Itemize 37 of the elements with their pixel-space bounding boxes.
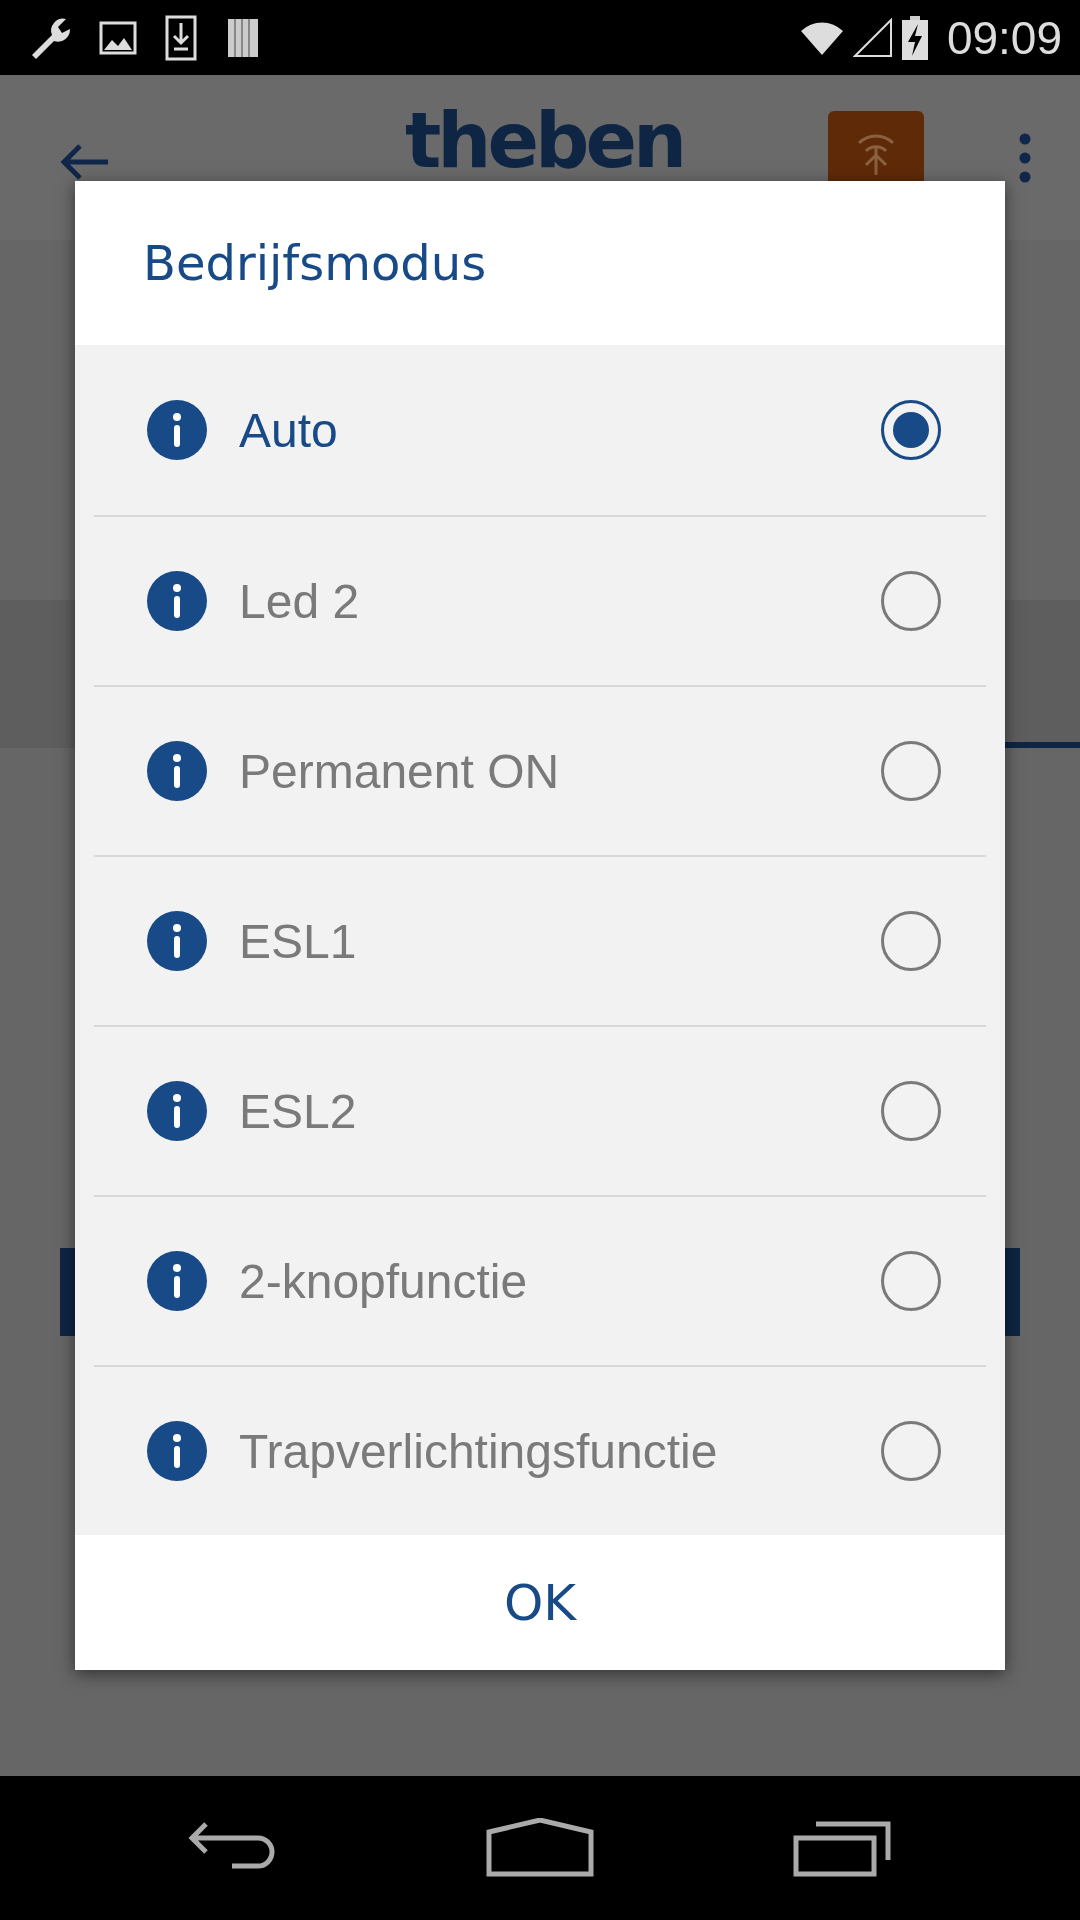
radio-button[interactable] xyxy=(881,1251,941,1311)
info-icon[interactable] xyxy=(147,400,207,460)
info-icon[interactable] xyxy=(147,1251,207,1311)
radio-button[interactable] xyxy=(881,1081,941,1141)
clock-time: 09:09 xyxy=(946,10,1062,65)
info-icon[interactable] xyxy=(147,1421,207,1481)
radio-button[interactable] xyxy=(881,911,941,971)
option-label: 2-knopfunctie xyxy=(239,1253,529,1309)
battery-charging-icon xyxy=(900,15,929,60)
dialog-title: Bedrijfsmodus xyxy=(142,234,488,293)
option-row[interactable]: ESL2 xyxy=(94,1025,986,1195)
info-icon[interactable] xyxy=(147,1081,207,1141)
option-row[interactable]: ESL1 xyxy=(94,855,986,1025)
option-label: Auto xyxy=(239,402,339,458)
option-label: Led 2 xyxy=(239,573,361,629)
ok-button[interactable]: OK xyxy=(75,1535,1005,1670)
option-label: ESL1 xyxy=(239,913,358,969)
radio-button[interactable] xyxy=(881,400,941,460)
option-row[interactable]: Auto xyxy=(94,345,986,515)
download-icon xyxy=(164,14,198,61)
overflow-menu-icon[interactable] xyxy=(1018,132,1032,183)
back-arrow-icon[interactable] xyxy=(58,141,110,182)
radio-button[interactable] xyxy=(881,1421,941,1481)
option-row[interactable]: Permanent ON xyxy=(94,685,986,855)
brand-logo: theben xyxy=(405,103,684,179)
option-row[interactable]: 2-knopfunctie xyxy=(94,1195,986,1365)
signal-icon xyxy=(852,17,893,58)
option-row[interactable]: Led 2 xyxy=(94,515,986,685)
home-icon[interactable] xyxy=(485,1818,595,1878)
option-label: ESL2 xyxy=(239,1083,358,1139)
info-icon[interactable] xyxy=(147,741,207,801)
info-icon[interactable] xyxy=(147,911,207,971)
info-icon[interactable] xyxy=(147,571,207,631)
radio-button[interactable] xyxy=(881,571,941,631)
radio-button[interactable] xyxy=(881,741,941,801)
option-label: Permanent ON xyxy=(239,743,561,799)
option-label: Trapverlichtingsfunctie xyxy=(239,1423,719,1479)
